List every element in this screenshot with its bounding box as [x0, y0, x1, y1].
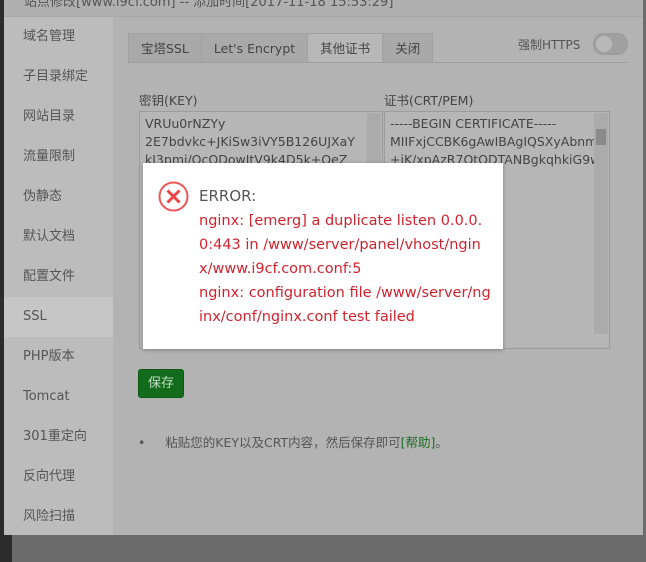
- error-message: nginx: [emerg] a duplicate listen 0.0.0.…: [199, 209, 491, 329]
- sidebar-item[interactable]: 流量限制: [4, 137, 113, 177]
- sidebar-item[interactable]: Tomcat: [4, 377, 113, 417]
- key-text: VRUu0rNZYy 2E7bdvkc+JKiSw3iVY5B126UJXaY …: [145, 116, 355, 167]
- sidebar-item[interactable]: SSL: [4, 297, 113, 337]
- sidebar-item[interactable]: 配置文件: [4, 257, 113, 297]
- error-title: ERROR:: [199, 187, 257, 205]
- help-link[interactable]: [帮助]: [401, 435, 436, 450]
- error-circle-x-icon: [158, 181, 189, 212]
- tab[interactable]: Let's Encrypt: [200, 33, 309, 62]
- cert-label: 证书(CRT/PEM): [384, 93, 474, 108]
- force-https-label: 强制HTTPS: [518, 38, 581, 52]
- key-label: 密钥(KEY): [139, 93, 198, 108]
- tab[interactable]: 其他证书: [307, 33, 384, 62]
- sidebar-item[interactable]: 反向代理: [4, 457, 113, 497]
- sidebar-item[interactable]: 子目录绑定: [4, 57, 113, 97]
- sidebar-item[interactable]: PHP版本: [4, 337, 113, 377]
- cert-scrollbar[interactable]: [594, 113, 608, 334]
- tab[interactable]: 关闭: [382, 33, 434, 62]
- sidebar-item[interactable]: 域名管理: [4, 17, 113, 57]
- sidebar-item[interactable]: 网站目录: [4, 97, 113, 137]
- sidebar-item[interactable]: 301重定向: [4, 417, 113, 457]
- sidebar-item[interactable]: 风险扫描: [4, 497, 113, 537]
- error-line: nginx: configuration file /www/server/ng…: [199, 285, 491, 325]
- sidebar: 域名管理 子目录绑定 网站目录 流量限制 伪静态 默认文档 配置文件 SSL PHP版本 Tomc…: [4, 17, 113, 535]
- window-title: 站点修改[www.i9cf.com] -- 添加时间[2017-11-18 15…: [24, 0, 394, 10]
- save-button[interactable]: 保存: [138, 369, 184, 398]
- sidebar-item[interactable]: 伪静态: [4, 177, 113, 217]
- note-text: 粘贴您的KEY以及CRT内容，然后保存即可: [165, 435, 401, 450]
- title-bar: 站点修改[www.i9cf.com] -- 添加时间[2017-11-18 15…: [4, 0, 643, 17]
- error-line: nginx: [emerg] a duplicate listen 0.0.0.…: [199, 213, 483, 277]
- scroll-thumb[interactable]: [596, 129, 606, 145]
- sidebar-item[interactable]: 默认文档: [4, 217, 113, 257]
- error-dialog: ERROR: nginx: [emerg] a duplicate listen…: [143, 163, 503, 349]
- tab[interactable]: 宝塔SSL: [128, 33, 202, 62]
- note-suffix: 。: [435, 435, 448, 450]
- force-https-toggle[interactable]: [593, 33, 628, 55]
- help-note: • 粘贴您的KEY以及CRT内容，然后保存即可[帮助]。: [138, 435, 448, 450]
